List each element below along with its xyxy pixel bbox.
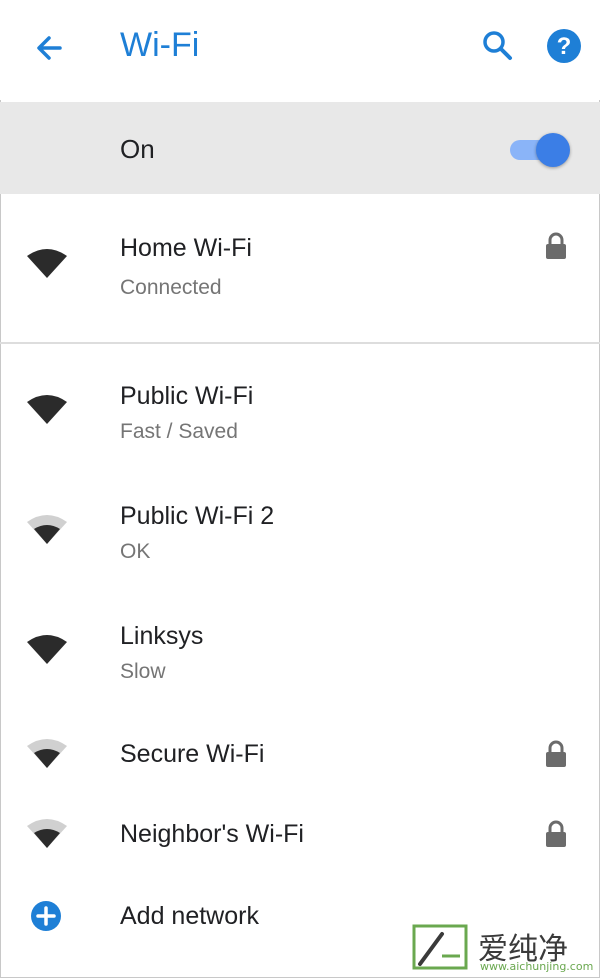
wifi-signal-icon: [27, 249, 67, 278]
network-status: Slow: [120, 660, 166, 683]
network-status: Fast / Saved: [120, 420, 238, 443]
network-status: Connected: [120, 276, 222, 299]
network-item-connected[interactable]: Home Wi-Fi Connected: [0, 196, 600, 342]
network-status: OK: [120, 540, 151, 563]
watermark-logo-icon: [412, 924, 468, 970]
network-name: Public Wi-Fi: [120, 382, 254, 410]
help-icon[interactable]: ?: [544, 26, 584, 66]
wifi-toggle-switch[interactable]: [510, 133, 570, 167]
network-name: Secure Wi-Fi: [120, 740, 265, 768]
network-name: Home Wi-Fi: [120, 234, 252, 262]
search-icon[interactable]: [478, 26, 518, 66]
wifi-signal-icon: [27, 635, 67, 664]
wifi-toggle-row[interactable]: On: [0, 102, 600, 194]
add-network-button[interactable]: Add network: [120, 902, 259, 931]
add-circle-icon[interactable]: [30, 900, 62, 932]
section-divider: [0, 342, 600, 344]
network-name: Public Wi-Fi 2: [120, 502, 275, 530]
app-bar: Wi-Fi ?: [0, 0, 600, 100]
watermark: 爱纯净 www.aichunjing.com: [408, 918, 598, 976]
network-item[interactable]: Neighbor's Wi-Fi: [0, 802, 600, 872]
lock-icon: [546, 820, 566, 847]
network-name: Neighbor's Wi-Fi: [120, 820, 304, 848]
wifi-toggle-label: On: [120, 134, 155, 164]
lock-icon: [546, 232, 566, 259]
arrow-left-icon[interactable]: [30, 28, 70, 68]
network-name: Linksys: [120, 622, 204, 650]
wifi-signal-icon: [27, 395, 67, 424]
wifi-signal-icon: [27, 739, 67, 768]
switch-thumb: [536, 133, 570, 167]
page-title: Wi-Fi: [120, 26, 200, 64]
network-item[interactable]: Linksys Slow: [0, 612, 600, 712]
wifi-signal-icon: [27, 819, 67, 848]
wifi-signal-icon: [27, 515, 67, 544]
lock-icon: [546, 740, 566, 767]
network-item[interactable]: Public Wi-Fi Fast / Saved: [0, 372, 600, 472]
svg-text:?: ?: [557, 33, 572, 60]
network-item[interactable]: Public Wi-Fi 2 OK: [0, 492, 600, 592]
network-item[interactable]: Secure Wi-Fi: [0, 722, 600, 792]
watermark-url: www.aichunjing.com: [480, 960, 594, 973]
